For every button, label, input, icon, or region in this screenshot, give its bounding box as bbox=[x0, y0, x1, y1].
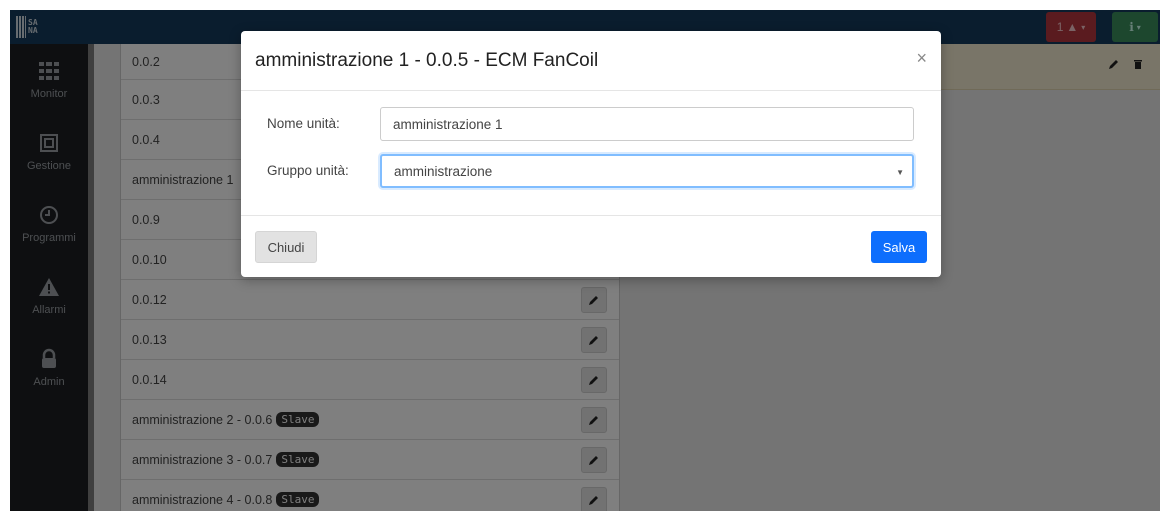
modal-footer: Chiudi Salva bbox=[241, 216, 941, 276]
chevron-down-icon: ▼ bbox=[896, 168, 904, 177]
unit-name-value: amministrazione 1 bbox=[393, 116, 503, 132]
modal-body: Nome unità: amministrazione 1 Gruppo uni… bbox=[241, 91, 941, 216]
save-button[interactable]: Salva bbox=[871, 231, 927, 263]
close-icon[interactable]: × bbox=[916, 49, 927, 67]
modal-title: amministrazione 1 - 0.0.5 - ECM FanCoil bbox=[255, 49, 599, 71]
app-window: SANA 1 ▲ ▾ ℹ ▾ Monitor Gestione Programm… bbox=[10, 10, 1160, 511]
unit-group-select[interactable]: amministrazione ▼ bbox=[380, 154, 914, 188]
unit-name-input[interactable]: amministrazione 1 bbox=[380, 107, 914, 141]
modal-header: amministrazione 1 - 0.0.5 - ECM FanCoil … bbox=[241, 31, 941, 91]
unit-group-label: Gruppo unità: bbox=[267, 163, 349, 178]
unit-group-value: amministrazione bbox=[394, 163, 493, 179]
unit-name-label: Nome unità: bbox=[267, 116, 340, 131]
close-button[interactable]: Chiudi bbox=[255, 231, 317, 263]
edit-unit-modal: amministrazione 1 - 0.0.5 - ECM FanCoil … bbox=[241, 31, 941, 277]
